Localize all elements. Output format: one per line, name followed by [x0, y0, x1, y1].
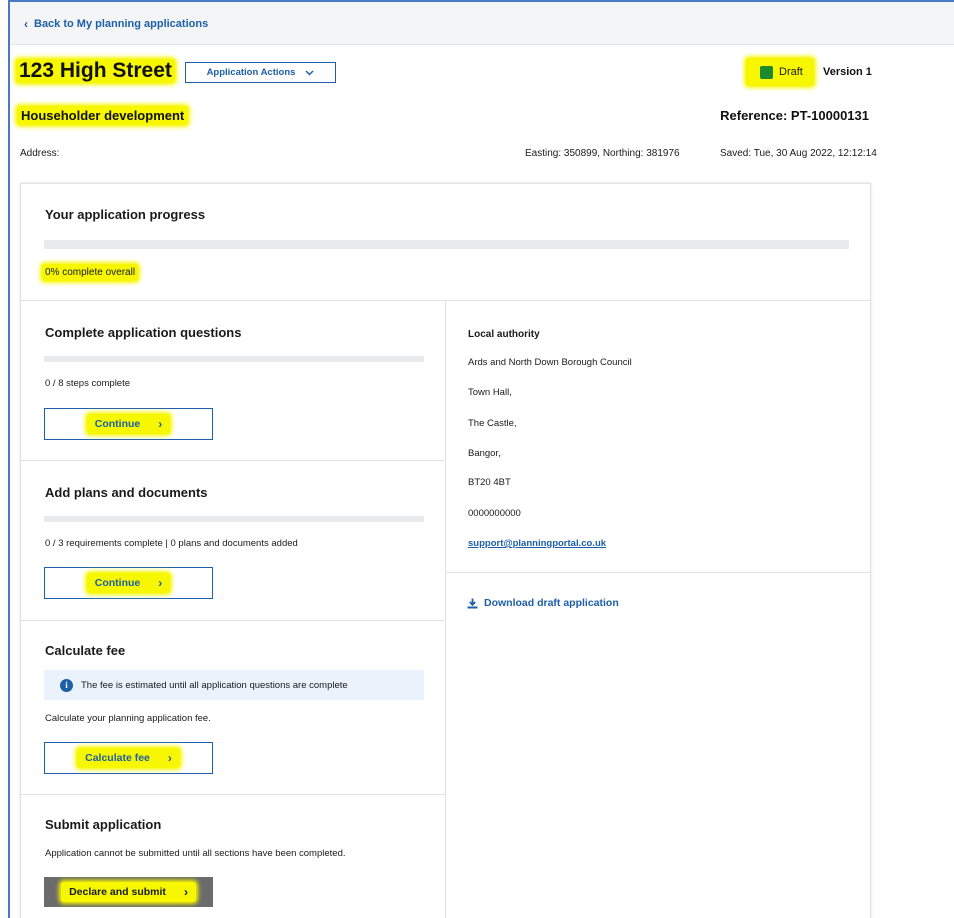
overall-progress-bar — [44, 240, 849, 249]
submit-section: Submit application Application cannot be… — [21, 795, 445, 918]
application-actions-label: Application Actions — [206, 67, 296, 78]
questions-continue-button[interactable]: Continue › — [44, 408, 213, 440]
calculate-fee-label: Calculate fee — [85, 752, 150, 764]
status-dot-icon — [760, 65, 773, 79]
documents-section: Add plans and documents 0 / 3 requiremen… — [21, 461, 445, 621]
info-icon: i — [60, 678, 73, 692]
window-frame-left — [8, 0, 10, 918]
page-title: 123 High Street — [16, 59, 175, 83]
fee-title: Calculate fee — [45, 643, 126, 658]
authority-line: Ards and North Down Borough Council — [468, 357, 632, 368]
questions-title: Complete application questions — [45, 325, 242, 340]
back-link[interactable]: ‹ Back to My planning applications — [24, 18, 208, 30]
authority-line: The Castle, — [468, 418, 517, 429]
saved-timestamp: Saved: Tue, 30 Aug 2022, 12:12:14 — [720, 148, 877, 159]
local-authority-block: Local authority Ards and North Down Boro… — [446, 301, 870, 573]
application-actions-button[interactable]: Application Actions — [185, 62, 336, 83]
back-bar: ‹ Back to My planning applications — [10, 2, 954, 45]
submit-title: Submit application — [45, 817, 162, 832]
fee-description: Calculate your planning application fee. — [45, 713, 211, 724]
chevron-right-icon: › — [183, 885, 188, 899]
address-label: Address: — [20, 148, 60, 159]
chevron-right-icon: › — [167, 751, 172, 765]
application-card: Your application progress 0% complete ov… — [20, 183, 871, 918]
authority-line: Town Hall, — [468, 387, 512, 398]
download-icon — [467, 598, 478, 608]
progress-percent: 0% complete overall — [42, 264, 139, 281]
authority-line: BT20 4BT — [468, 477, 511, 488]
download-draft-link[interactable]: Download draft application — [467, 597, 619, 609]
back-link-label: Back to My planning applications — [34, 18, 209, 30]
calculate-fee-button[interactable]: Calculate fee › — [44, 742, 213, 774]
chevron-right-icon: › — [158, 576, 163, 590]
local-authority-title: Local authority — [468, 329, 540, 340]
authority-column: Local authority Ards and North Down Boro… — [446, 301, 870, 918]
status-label: Draft — [779, 66, 803, 78]
chevron-right-icon: › — [158, 417, 163, 431]
version-label: Version 1 — [823, 66, 872, 78]
authority-phone: 0000000000 — [468, 508, 521, 519]
submit-description: Application cannot be submitted until al… — [45, 848, 346, 859]
documents-continue-label: Continue — [94, 577, 141, 589]
questions-progress-bar — [44, 356, 424, 362]
declare-and-submit-button[interactable]: Declare and submit › — [44, 877, 213, 907]
progress-section: Your application progress 0% complete ov… — [21, 184, 870, 301]
questions-continue-label: Continue — [94, 418, 141, 430]
application-type: Householder development — [17, 106, 189, 125]
authority-email-link[interactable]: support@planningportal.co.uk — [468, 538, 606, 549]
questions-status: 0 / 8 steps complete — [45, 378, 131, 389]
questions-section: Complete application questions 0 / 8 ste… — [21, 301, 445, 461]
fee-info-box: i The fee is estimated until all applica… — [44, 670, 424, 700]
reference-number: Reference: PT-10000131 — [720, 108, 869, 123]
coordinates: Easting: 350899, Northing: 381976 — [525, 148, 680, 159]
download-draft-label: Download draft application — [484, 597, 619, 609]
chevron-left-icon: ‹ — [24, 17, 28, 31]
declare-and-submit-label: Declare and submit — [69, 886, 166, 898]
documents-status: 0 / 3 requirements complete | 0 plans an… — [45, 538, 298, 549]
chevron-down-icon — [305, 69, 314, 76]
documents-progress-bar — [44, 516, 424, 522]
documents-title: Add plans and documents — [45, 485, 208, 500]
fee-section: Calculate fee i The fee is estimated unt… — [21, 621, 445, 795]
tasks-column: Complete application questions 0 / 8 ste… — [21, 301, 446, 918]
status-badge: Draft — [746, 58, 814, 86]
documents-continue-button[interactable]: Continue › — [44, 567, 213, 599]
fee-info-text: The fee is estimated until all applicati… — [81, 679, 348, 691]
progress-title: Your application progress — [45, 207, 206, 222]
authority-line: Bangor, — [468, 448, 501, 459]
